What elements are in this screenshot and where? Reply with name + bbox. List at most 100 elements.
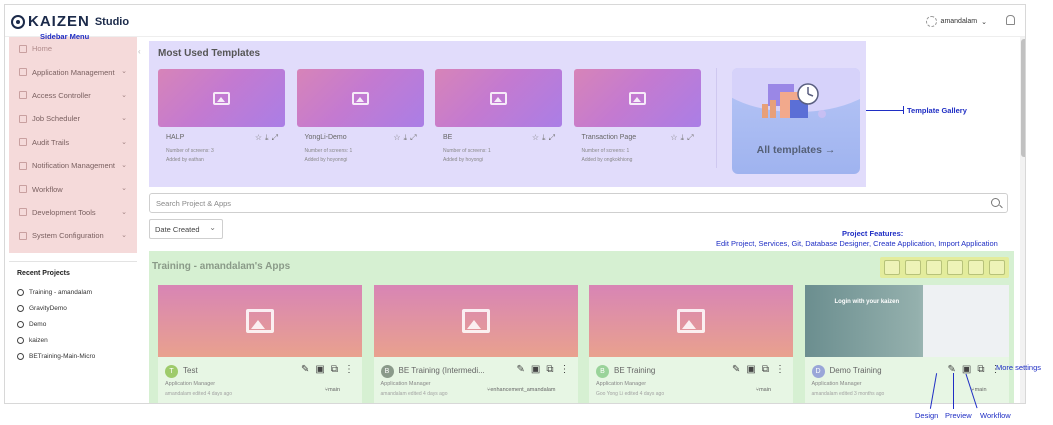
app-branch[interactable]: ⑂main xyxy=(756,387,771,393)
app-branch[interactable]: ⑂main xyxy=(971,387,986,393)
template-added-by: Added by hoyongi xyxy=(443,157,484,163)
design-icon[interactable]: ✎ xyxy=(948,364,956,375)
more-settings-icon[interactable]: ⋮ xyxy=(775,364,785,375)
expand-icon[interactable]: ⤢ xyxy=(272,133,281,142)
template-name: Transaction Page xyxy=(581,134,637,141)
sidebar-item[interactable]: Development Tools ⌄ xyxy=(9,201,137,224)
chevron-down-icon: ⌄ xyxy=(209,223,216,232)
screenshot-text: Login with your kaizen xyxy=(834,299,900,305)
star-icon[interactable]: ☆ xyxy=(532,133,542,142)
workflow-icon[interactable]: ⧉ xyxy=(331,364,338,375)
image-icon xyxy=(490,91,507,105)
image-icon xyxy=(628,91,646,105)
sort-select[interactable]: Date Created ⌄ xyxy=(149,219,223,239)
recent-project-item[interactable]: Demo xyxy=(17,316,137,332)
sidebar-item[interactable]: Audit Trails ⌄ xyxy=(9,131,137,154)
annotation-sidebar-menu: Sidebar Menu xyxy=(40,32,90,41)
workflow-icon[interactable]: ⧉ xyxy=(762,364,769,375)
database-designer-icon[interactable] xyxy=(947,260,963,275)
template-gallery: Most Used Templates HALP ☆⤓⤢ Number of scr… xyxy=(149,41,866,187)
recent-project-item[interactable]: kaizen xyxy=(17,332,137,348)
template-meta: Number of screens: 3 Added by eathan xyxy=(166,147,214,165)
search-placeholder: Search Project & Apps xyxy=(156,199,232,208)
sidebar-item-label: Workflow xyxy=(32,184,63,194)
star-icon[interactable]: ☆ xyxy=(670,133,680,142)
sidebar-item[interactable]: Workflow ⌄ xyxy=(9,177,137,200)
sidebar-item[interactable]: Access Controller ⌄ xyxy=(9,84,137,107)
git-icon[interactable] xyxy=(926,260,942,275)
design-icon[interactable]: ✎ xyxy=(301,364,309,375)
template-card[interactable]: Transaction Page ☆⤓⤢ Number of screens: 1 A… xyxy=(573,69,701,164)
sidebar-collapse-icon[interactable]: ‹ xyxy=(138,47,141,56)
edit-project-icon[interactable] xyxy=(884,260,900,275)
workflow-icon[interactable]: ⧉ xyxy=(977,364,984,375)
app-thumbnail xyxy=(158,285,362,357)
template-card[interactable]: BE ☆⤓⤢ Number of screens: 1 Added by hoyong… xyxy=(435,69,562,164)
top-bar: KAIZEN Studio amandalam ⌄ xyxy=(5,5,1025,37)
template-card[interactable]: YongLi-Demo ☆⤓⤢ Number of screens: 1 Added … xyxy=(296,69,424,164)
design-icon[interactable]: ✎ xyxy=(732,364,740,375)
divider xyxy=(9,261,137,262)
preview-icon[interactable]: ▣ xyxy=(315,364,324,375)
import-application-icon[interactable] xyxy=(989,260,1005,275)
preview-icon[interactable]: ▣ xyxy=(746,364,755,375)
search-input[interactable]: Search Project & Apps xyxy=(149,193,1008,213)
chevron-down-icon: ⌄ xyxy=(121,138,127,146)
services-icon[interactable] xyxy=(905,260,921,275)
search-icon[interactable] xyxy=(991,198,1000,207)
scrollbar[interactable] xyxy=(1020,37,1025,403)
apps-title: Training - amandalam's Apps xyxy=(152,261,291,272)
bell-icon[interactable] xyxy=(1006,15,1015,25)
project-icon xyxy=(17,320,24,328)
star-icon[interactable]: ☆ xyxy=(393,133,403,142)
sidebar-item-label: System Configuration xyxy=(32,231,104,241)
more-settings-icon[interactable]: ⋮ xyxy=(560,364,570,375)
brand-name: KAIZEN xyxy=(28,13,90,30)
chevron-down-icon: ⌄ xyxy=(121,208,127,216)
sidebar-item[interactable]: System Configuration ⌄ xyxy=(9,224,137,247)
app-card[interactable]: Login with your kaizen D Demo Training ✎ ▣ ⧉ ⋮… xyxy=(804,285,1009,403)
app-card[interactable]: T Test ✎ ▣ ⧉ ⋮ Application Manager amandalam ed… xyxy=(158,285,362,403)
menu-icon xyxy=(19,161,27,170)
design-icon[interactable]: ✎ xyxy=(517,364,525,375)
template-thumbnail xyxy=(158,69,285,127)
app-branch[interactable]: ⑂main xyxy=(325,387,340,393)
workflow-icon[interactable]: ⧉ xyxy=(546,364,553,375)
app-edited: amandalam edited 4 days ago xyxy=(380,391,448,397)
kaizen-logo[interactable]: KAIZEN Studio xyxy=(11,13,129,30)
sidebar-item[interactable]: Job Scheduler ⌄ xyxy=(9,107,137,130)
app-type: Application Manager xyxy=(596,381,647,387)
app-card[interactable]: B BE Training (Intermedi... ✎ ▣ ⧉ ⋮ Applicatio… xyxy=(373,285,578,403)
app-branch[interactable]: ⑂enhancement_amandalam xyxy=(487,387,555,393)
template-card[interactable]: HALP ☆⤓⤢ Number of screens: 3 Added by eath… xyxy=(158,69,285,164)
more-settings-icon[interactable]: ⋮ xyxy=(344,364,354,375)
project-icon xyxy=(17,304,24,312)
recent-project-item[interactable]: GravityDemo xyxy=(17,300,137,316)
app-name: BE Training (Intermedi... xyxy=(398,366,485,375)
preview-icon[interactable]: ▣ xyxy=(531,364,540,375)
preview-icon[interactable]: ▣ xyxy=(962,364,971,375)
annotation-project-features-list: Edit Project, Services, Git, Database De… xyxy=(716,239,998,248)
sidebar-item[interactable]: Application Management ⌄ xyxy=(9,60,137,83)
star-icon[interactable]: ☆ xyxy=(255,133,265,142)
annotation-more-settings: More settings xyxy=(996,363,1042,372)
app-card[interactable]: B BE Training ✎ ▣ ⧉ ⋮ Application Manager Goo Y… xyxy=(589,285,793,403)
expand-icon[interactable]: ⤢ xyxy=(410,133,419,142)
chevron-down-icon: ⌄ xyxy=(121,68,127,76)
scrollbar-thumb[interactable] xyxy=(1021,39,1025,157)
all-templates-card[interactable]: All templates → xyxy=(732,68,860,174)
annotation-line xyxy=(866,110,904,111)
recent-project-item[interactable]: BETraining-Main-Micro xyxy=(17,348,137,364)
expand-icon[interactable]: ⤢ xyxy=(549,133,558,142)
recent-project-label: Demo xyxy=(29,320,47,328)
app-thumbnail xyxy=(589,285,793,357)
app-edited: amandalam edited 3 months ago xyxy=(811,391,885,397)
user-menu[interactable]: amandalam ⌄ xyxy=(925,16,987,27)
app-avatar: B xyxy=(380,365,394,378)
project-icon xyxy=(17,352,24,360)
create-application-icon[interactable] xyxy=(968,260,984,275)
recent-project-item[interactable]: Training - amandalam xyxy=(17,284,137,300)
app-actions: ✎ ▣ ⧉ ⋮ xyxy=(948,364,1001,375)
expand-icon[interactable]: ⤢ xyxy=(687,133,696,142)
sidebar-item[interactable]: Notification Management ⌄ xyxy=(9,154,137,177)
